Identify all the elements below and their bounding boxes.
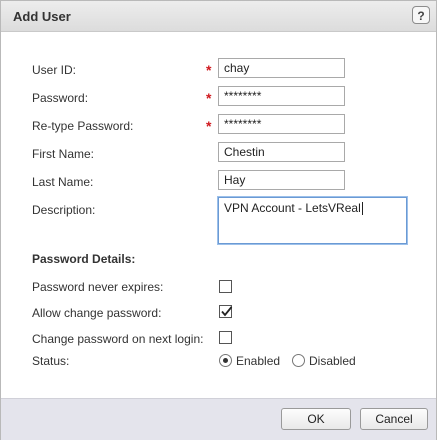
first-name-input[interactable]: Chestin <box>218 142 345 162</box>
add-user-dialog: Add User ? User ID: * chay Password: * *… <box>0 0 437 440</box>
ok-button[interactable]: OK <box>281 408 351 430</box>
help-icon[interactable]: ? <box>412 6 430 24</box>
last-name-input[interactable]: Hay <box>218 170 345 190</box>
required-marker: * <box>206 62 212 78</box>
retype-password-label: Re-type Password: <box>32 119 134 133</box>
retype-password-input[interactable]: ******** <box>218 114 345 134</box>
description-textarea[interactable]: VPN Account - LetsVReal <box>218 197 407 244</box>
dialog-titlebar: Add User ? <box>1 1 436 32</box>
cancel-button[interactable]: Cancel <box>360 408 428 430</box>
status-enabled-radio[interactable] <box>219 354 232 367</box>
last-name-label: Last Name: <box>32 175 94 189</box>
status-disabled-label[interactable]: Disabled <box>309 354 356 368</box>
never-expires-label: Password never expires: <box>32 280 164 294</box>
never-expires-checkbox[interactable] <box>219 280 232 293</box>
change-next-login-label: Change password on next login: <box>32 332 204 346</box>
status-label: Status: <box>32 354 70 368</box>
password-input[interactable]: ******** <box>218 86 345 106</box>
status-disabled-radio[interactable] <box>292 354 305 367</box>
dialog-footer: OK Cancel <box>1 398 436 440</box>
change-next-login-checkbox[interactable] <box>219 331 232 344</box>
required-marker: * <box>206 118 212 134</box>
radio-selected-dot <box>223 358 228 363</box>
description-label: Description: <box>32 203 96 217</box>
first-name-label: First Name: <box>32 147 95 161</box>
text-caret <box>361 202 363 216</box>
allow-change-checkbox[interactable] <box>219 305 233 318</box>
user-id-label: User ID: <box>32 63 77 77</box>
password-label: Password: <box>32 91 89 105</box>
status-enabled-label[interactable]: Enabled <box>236 354 280 368</box>
password-details-heading: Password Details: <box>32 252 136 266</box>
dialog-title: Add User <box>13 9 71 24</box>
checkmark-icon <box>221 306 233 317</box>
user-id-input[interactable]: chay <box>218 58 345 78</box>
required-marker: * <box>206 90 212 106</box>
allow-change-label: Allow change password: <box>32 306 162 320</box>
description-text: VPN Account - LetsVReal <box>224 201 361 215</box>
